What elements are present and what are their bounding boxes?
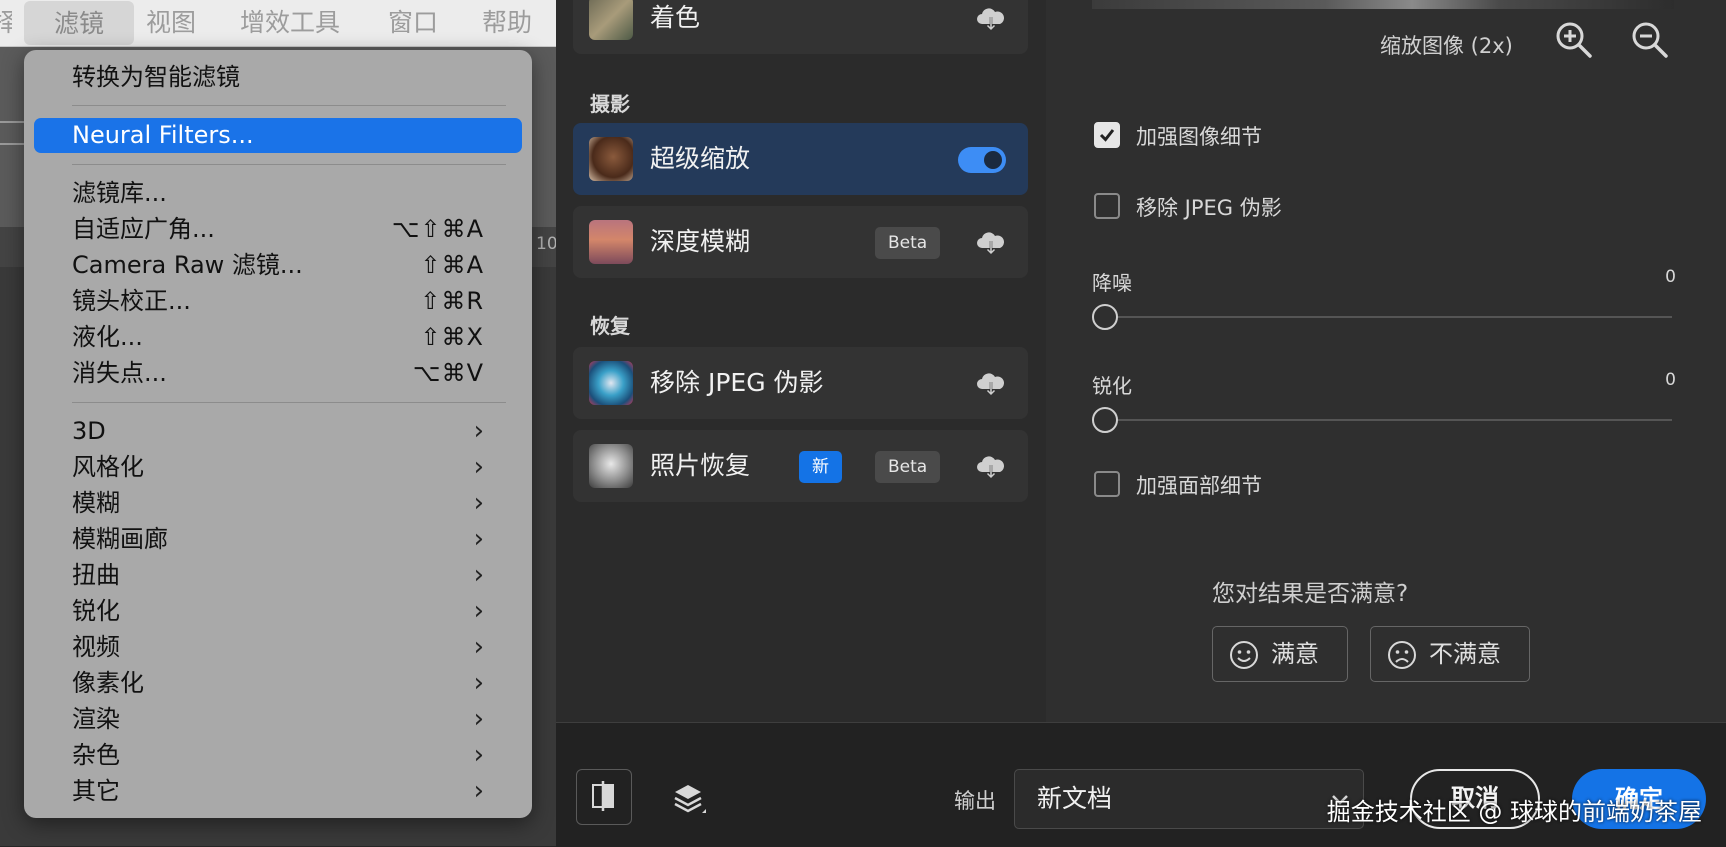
super-zoom-toggle[interactable] (958, 147, 1006, 173)
menu-item-filter-gallery[interactable]: 滤镜库... (72, 176, 484, 210)
chevron-right-icon: › (473, 704, 484, 734)
checkbox[interactable] (1094, 122, 1120, 148)
slider-track-noise[interactable] (1118, 316, 1672, 318)
colorize-thumbnail (589, 0, 633, 40)
chevron-right-icon: › (473, 560, 484, 590)
submenu-other[interactable]: 其它 › (72, 774, 484, 808)
checkbox[interactable] (1094, 471, 1120, 497)
feedback-question: 您对结果是否满意? (1212, 581, 1409, 607)
chevron-right-icon: › (473, 416, 484, 446)
zoom-out-icon[interactable] (1630, 20, 1670, 60)
ruler-number: 10 (536, 234, 556, 254)
submenu-pixelate[interactable]: 像素化 › (72, 666, 484, 700)
submenu-video[interactable]: 视频 › (72, 630, 484, 664)
output-label: 输出 (954, 789, 996, 813)
chevron-right-icon: › (473, 668, 484, 698)
neural-filters-list: 着色 摄影 超级缩放 深度模糊 Beta 恢复 移除 JPEG 伪影 照片恢复 … (556, 0, 1046, 722)
filter-card-super-zoom[interactable]: 超级缩放 (573, 123, 1028, 195)
slider-track-sharpen[interactable] (1118, 419, 1672, 421)
submenu-render[interactable]: 渲染 › (72, 702, 484, 736)
menu-item-lens-correction[interactable]: 镜头校正... ⇧⌘R (72, 284, 484, 318)
shortcut-label: ⇧⌘R (420, 287, 484, 315)
zoom-label: 缩放图像 (2x) (1380, 34, 1513, 58)
cloud-download-icon[interactable] (976, 6, 1006, 32)
menu-help[interactable]: 帮助 (482, 0, 532, 46)
filter-dropdown-menu: 转换为智能滤镜 Neural Filters... 滤镜库... 自适应广角..… (24, 50, 532, 818)
submenu-3d[interactable]: 3D › (72, 414, 484, 448)
chevron-right-icon: › (473, 740, 484, 770)
menu-bar: 择 滤镜 视图 增效工具 窗口 帮助 (0, 0, 556, 47)
chevron-right-icon: › (473, 632, 484, 662)
filter-settings-panel: 缩放图像 (2x) 加强图像细节 移除 JPEG 伪影 降噪 0 锐化 0 加强… (1046, 0, 1726, 722)
filter-card-photo-restoration[interactable]: 照片恢复 新 Beta (573, 430, 1028, 502)
cloud-download-icon[interactable] (976, 454, 1006, 480)
cloud-download-icon[interactable] (976, 230, 1006, 256)
menu-filter[interactable]: 滤镜 (24, 1, 134, 45)
menu-item-liquify[interactable]: 液化... ⇧⌘X (72, 320, 484, 354)
satisfied-button[interactable]: 满意 (1212, 626, 1348, 682)
menu-plugins[interactable]: 增效工具 (240, 0, 340, 46)
slider-label-sharpen: 锐化 (1092, 374, 1132, 398)
menu-item-convert-smart-filter[interactable]: 转换为智能滤镜 (72, 60, 484, 94)
menu-item-vanishing-point[interactable]: 消失点... ⌥⌘V (72, 356, 484, 390)
menu-divider (72, 164, 506, 165)
submenu-blur[interactable]: 模糊 › (72, 486, 484, 520)
layers-icon[interactable] (668, 779, 708, 819)
preview-image (1092, 0, 1674, 9)
slider-handle-noise[interactable] (1092, 304, 1118, 330)
checkbox[interactable] (1094, 193, 1120, 219)
shortcut-label: ⇧⌘A (420, 251, 484, 279)
menu-select[interactable]: 择 (0, 0, 12, 46)
menu-item-adaptive-wide-angle[interactable]: 自适应广角... ⌥⇧⌘A (72, 212, 484, 246)
super-zoom-thumbnail (589, 137, 633, 181)
chevron-right-icon: › (473, 596, 484, 626)
output-value: 新文档 (1037, 784, 1113, 813)
frown-icon (1388, 641, 1416, 669)
shortcut-label: ⇧⌘X (420, 323, 484, 351)
submenu-distort[interactable]: 扭曲 › (72, 558, 484, 592)
chevron-right-icon: › (473, 524, 484, 554)
photo-restoration-thumbnail (589, 444, 633, 488)
beta-badge: Beta (875, 451, 941, 483)
menu-window[interactable]: 窗口 (388, 0, 438, 46)
check-icon (1099, 129, 1115, 142)
menu-view[interactable]: 视图 (146, 0, 196, 46)
slider-handle-sharpen[interactable] (1092, 407, 1118, 433)
beta-badge: Beta (875, 227, 941, 259)
filter-card-depth-blur[interactable]: 深度模糊 Beta (573, 206, 1028, 278)
slider-value-noise: 0 (1665, 267, 1676, 287)
photoshop-workspace: 10 择 滤镜 视图 增效工具 窗口 帮助 转换为智能滤镜 Neural Fil… (0, 0, 556, 846)
menu-divider (72, 105, 506, 106)
zoom-in-icon[interactable] (1554, 20, 1594, 60)
submenu-noise[interactable]: 杂色 › (72, 738, 484, 772)
menu-item-neural-filters[interactable]: Neural Filters... (34, 118, 522, 153)
filter-card-remove-jpeg[interactable]: 移除 JPEG 伪影 (573, 347, 1028, 419)
compare-view-button[interactable] (576, 769, 632, 825)
new-badge: 新 (799, 451, 842, 483)
output-dropdown[interactable]: 新文档 (1014, 769, 1364, 829)
chevron-right-icon: › (473, 776, 484, 806)
section-title-restoration: 恢复 (590, 314, 630, 338)
submenu-stylize[interactable]: 风格化 › (72, 450, 484, 484)
slider-label-noise: 降噪 (1092, 271, 1132, 295)
chevron-right-icon: › (473, 488, 484, 518)
chevron-right-icon: › (473, 452, 484, 482)
shortcut-label: ⌥⇧⌘A (391, 215, 484, 243)
slider-value-sharpen: 0 (1665, 370, 1676, 390)
menu-item-camera-raw[interactable]: Camera Raw 滤镜... ⇧⌘A (72, 248, 484, 282)
unsatisfied-button[interactable]: 不满意 (1370, 626, 1530, 682)
cloud-download-icon[interactable] (976, 371, 1006, 397)
watermark-text: 掘金技术社区 @ 球球的前端奶茶屋 (1326, 798, 1702, 826)
submenu-sharpen[interactable]: 锐化 › (72, 594, 484, 628)
split-view-icon (592, 781, 614, 811)
menu-divider (72, 402, 506, 403)
submenu-blur-gallery[interactable]: 模糊画廊 › (72, 522, 484, 556)
filter-card-colorize[interactable]: 着色 (573, 0, 1028, 54)
smile-icon (1230, 641, 1258, 669)
shortcut-label: ⌥⌘V (412, 359, 484, 387)
depth-blur-thumbnail (589, 220, 633, 264)
bottom-action-bar: 输出 新文档 取消 确定 (556, 722, 1726, 847)
section-title-photography: 摄影 (590, 92, 630, 116)
remove-jpeg-thumbnail (589, 361, 633, 405)
